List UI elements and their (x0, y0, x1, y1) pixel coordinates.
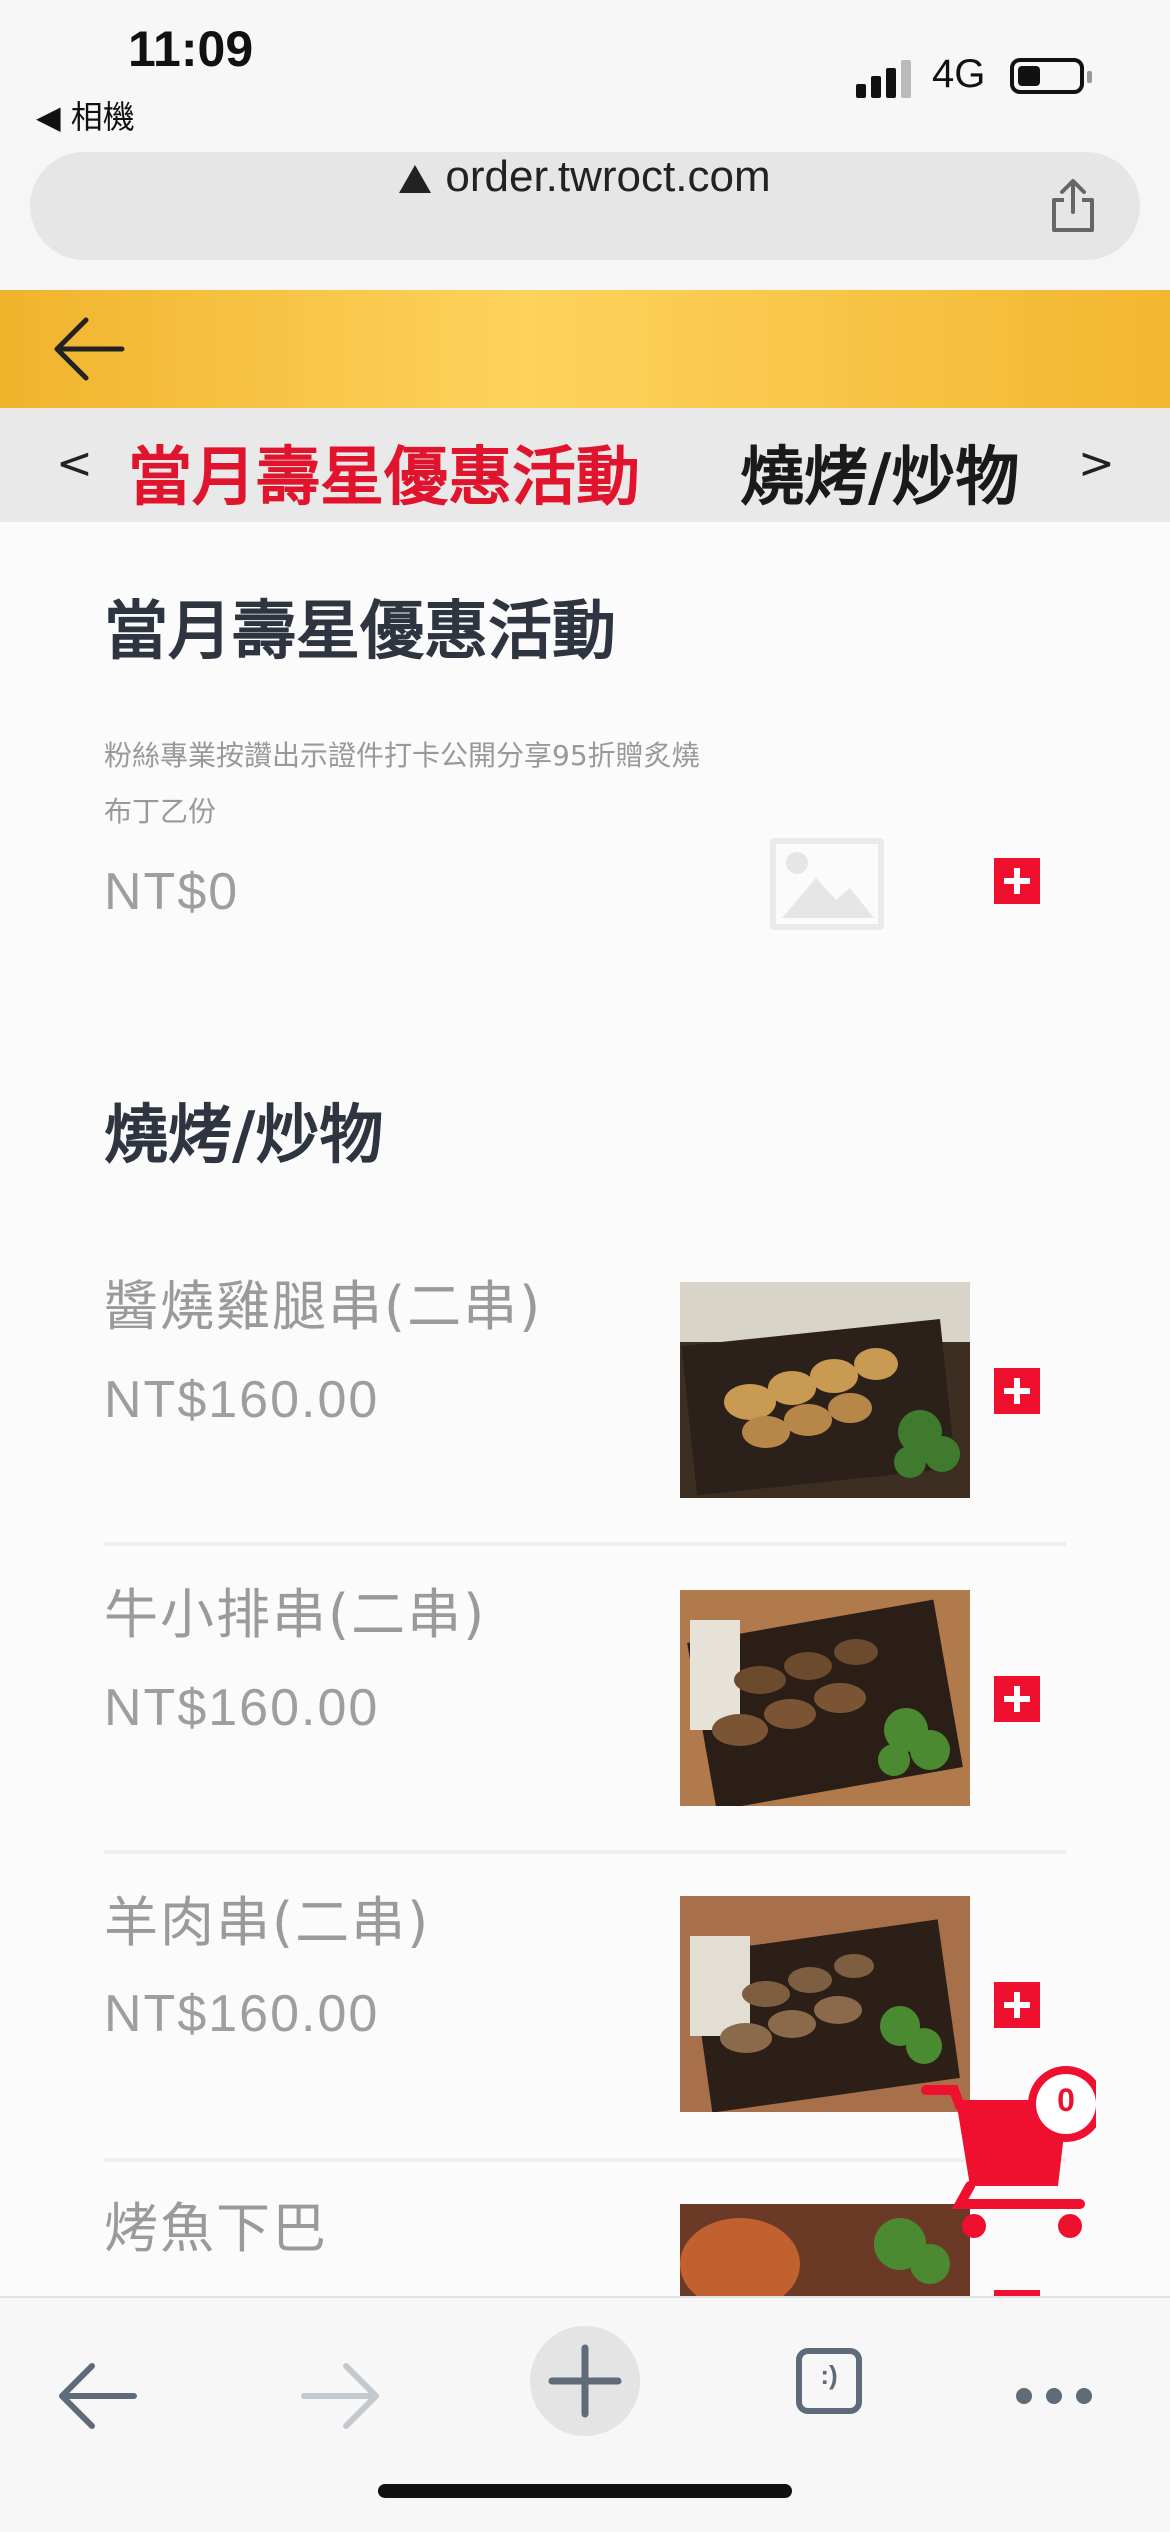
tab-prev-button[interactable]: < (56, 438, 93, 489)
back-arrow-icon[interactable] (48, 2354, 148, 2438)
add-to-cart-button[interactable] (994, 858, 1040, 904)
tab-grill-stirfry[interactable]: 燒烤/炒物 (740, 426, 1019, 518)
tab-birthday-promo[interactable]: 當月壽星優惠活動 (128, 426, 640, 518)
add-to-cart-button[interactable] (994, 1676, 1040, 1722)
signal-icon (856, 58, 912, 98)
home-indicator (378, 2484, 792, 2498)
app-header (0, 290, 1170, 408)
item-price: NT$160.00 (104, 1985, 380, 2043)
menu-content: 當月壽星優惠活動 粉絲專業按讚出示證件打卡公開分享95折贈炙燒布丁乙份 NT$0… (0, 522, 1170, 2296)
new-tab-plus-icon (548, 2344, 622, 2418)
tabs-button[interactable]: :) (796, 2348, 862, 2414)
chicken-skewer-photo[interactable] (680, 1282, 970, 1498)
add-to-cart-button[interactable] (994, 1368, 1040, 1414)
item-price: NT$0 (104, 863, 240, 921)
divider (104, 1542, 1066, 1546)
url-display[interactable]: order.twroct.com (30, 152, 1140, 260)
network-type: 4G (932, 52, 986, 96)
back-to-app-link[interactable]: ◀ 相機 (36, 92, 135, 138)
address-bar[interactable]: order.twroct.com (30, 152, 1140, 260)
battery-icon (1010, 58, 1092, 94)
cart-button[interactable]: 0 (920, 2056, 1104, 2240)
warning-icon (399, 165, 432, 193)
more-icon[interactable] (1004, 2354, 1104, 2438)
status-bar: 11:09 ◀ 相機 4G (0, 0, 1170, 140)
url-text: order.twroct.com (445, 152, 771, 201)
placeholder-image-icon (770, 838, 884, 930)
item-name[interactable]: 烤魚下巴 (104, 2184, 328, 2263)
clock: 11:09 (128, 21, 254, 77)
item-price: NT$160.00 (104, 1679, 380, 1737)
tab-next-button[interactable]: > (1078, 438, 1115, 489)
share-icon[interactable] (1048, 178, 1098, 234)
item-description: 粉絲專業按讚出示證件打卡公開分享95折贈炙燒布丁乙份 (104, 739, 700, 828)
item-name[interactable]: 牛小排串(二串) (104, 1570, 486, 1649)
item-price: NT$160.00 (104, 1371, 380, 1429)
forward-arrow-icon[interactable] (290, 2354, 390, 2438)
tabs-icon: :) (820, 2360, 838, 2390)
item-name[interactable]: 醬燒雞腿串(二串) (104, 1262, 542, 1341)
add-to-cart-button[interactable] (994, 1982, 1040, 2028)
section-title: 當月壽星優惠活動 (104, 595, 616, 669)
item-name[interactable]: 羊肉串(二串) (104, 1878, 430, 1957)
divider (104, 1850, 1066, 1854)
beef-skewer-photo[interactable] (680, 1590, 970, 1806)
section-title: 燒烤/炒物 (104, 1099, 384, 1173)
new-tab-button[interactable] (530, 2326, 640, 2436)
cart-count: 0 (1057, 2082, 1075, 2118)
category-tabs: < 當月壽星優惠活動 燒烤/炒物 > (0, 408, 1170, 522)
back-arrow-icon[interactable] (50, 312, 130, 386)
